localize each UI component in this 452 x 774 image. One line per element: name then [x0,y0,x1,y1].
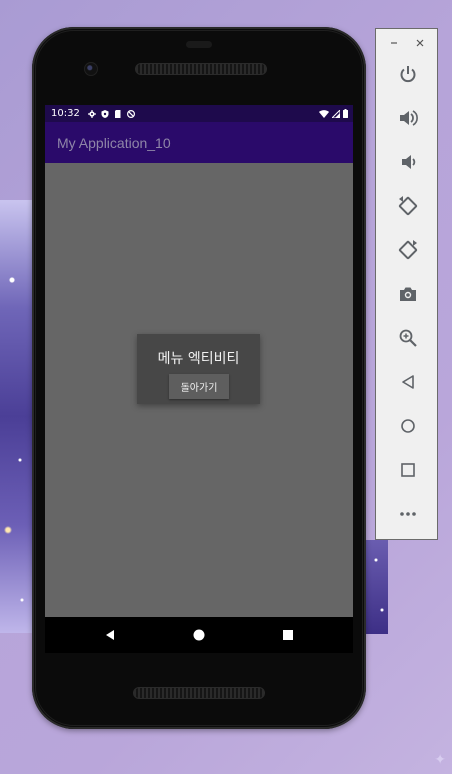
rotate-left-icon [398,196,418,216]
app-bar: My Application_10 [45,122,353,163]
wifi-icon [319,109,329,118]
rotate-left-button[interactable] [397,195,419,217]
power-button[interactable] [397,63,419,85]
phone-screen: 10:32 My Application_10 메뉴 엑티비티 돌아가기 [45,105,353,617]
home-icon [401,419,415,433]
top-slit [186,41,212,48]
status-bar: 10:32 [45,105,353,122]
settings-icon [87,109,96,118]
no-disturb-icon [126,109,135,118]
status-time: 10:32 [51,108,80,119]
signal-icon [332,109,340,118]
recents-icon[interactable] [280,627,296,643]
volume-up-button[interactable] [397,107,419,129]
dialog-heading: 메뉴 엑티비티 [157,351,240,367]
emulator-back-button[interactable] [397,371,419,393]
more-button[interactable] [397,503,419,525]
emulator-toolbar [375,28,438,540]
power-icon [400,66,416,83]
zoom-icon [399,329,417,347]
bottom-speaker [133,687,265,699]
battery-icon [343,109,348,118]
rotate-right-icon [398,240,418,260]
app-title: My Application_10 [57,134,171,151]
desktop-wallpaper-left [0,200,32,633]
panel-window-controls [376,35,437,49]
close-icon[interactable] [415,38,425,48]
top-speaker [135,63,267,75]
emulator-home-button[interactable] [397,415,419,437]
back-icon[interactable] [101,627,117,643]
zoom-button[interactable] [397,327,419,349]
volume-down-icon [402,155,416,169]
overview-icon [401,463,415,477]
menu-activity-dialog: 메뉴 엑티비티 돌아가기 [137,334,260,404]
navigation-bar [45,617,353,653]
minimize-icon[interactable] [389,38,399,48]
front-camera-icon [84,62,98,76]
sparkle-icon: ✦ [434,752,446,768]
desktop-wallpaper-right [366,540,388,634]
volume-up-icon [400,110,418,126]
shield-icon [101,109,109,118]
rotate-right-button[interactable] [397,239,419,261]
home-icon[interactable] [191,627,207,643]
go-back-button[interactable]: 돌아가기 [169,374,229,399]
emulator-overview-button[interactable] [397,459,419,481]
more-icon [400,512,416,516]
sim-card-icon [114,109,121,118]
volume-down-button[interactable] [397,151,419,173]
back-icon [402,375,414,389]
screenshot-button[interactable] [397,283,419,305]
camera-icon [400,287,416,301]
